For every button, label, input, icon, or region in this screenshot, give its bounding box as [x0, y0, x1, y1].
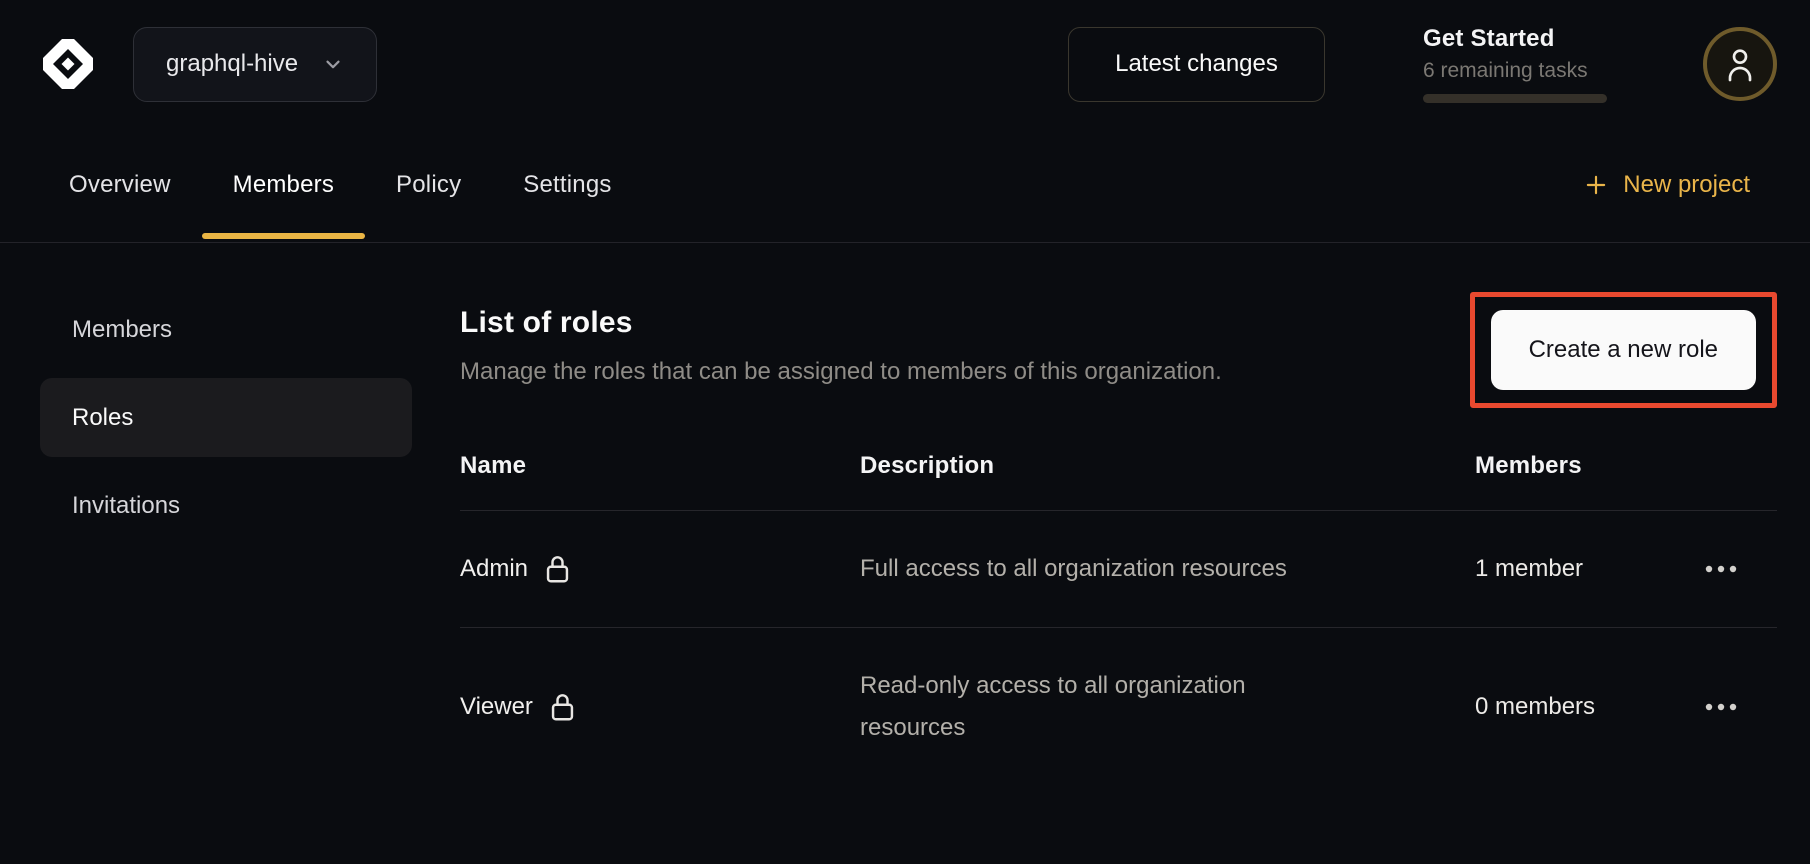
user-icon	[1724, 46, 1756, 82]
sidebar-item-roles[interactable]: Roles	[40, 378, 412, 457]
role-name: Viewer	[460, 693, 533, 721]
user-avatar[interactable]	[1703, 27, 1777, 101]
sidebar-item-members-label: Members	[72, 316, 172, 344]
get-started-widget[interactable]: Get Started 6 remaining tasks	[1423, 25, 1607, 103]
get-started-progress-bar	[1423, 94, 1607, 103]
sidebar-item-members[interactable]: Members	[40, 290, 412, 369]
role-description: Full access to all organization resource…	[860, 548, 1355, 590]
tab-policy-label: Policy	[396, 171, 461, 199]
latest-changes-button[interactable]: Latest changes	[1068, 27, 1325, 102]
tab-members[interactable]: Members	[202, 128, 365, 242]
tab-members-label: Members	[233, 171, 334, 199]
topbar: graphql-hive Latest changes Get Started …	[0, 0, 1810, 128]
latest-changes-label: Latest changes	[1115, 50, 1278, 78]
role-menu-button[interactable]	[1705, 693, 1737, 721]
role-row-admin: Admin Full access to all organization re…	[460, 511, 1777, 628]
tab-policy[interactable]: Policy	[365, 128, 492, 242]
get-started-subtitle: 6 remaining tasks	[1423, 59, 1607, 83]
role-members-count: 0 members	[1475, 693, 1595, 720]
ellipsis-icon	[1705, 703, 1737, 711]
sidebar-item-invitations[interactable]: Invitations	[40, 466, 412, 545]
role-menu-button[interactable]	[1705, 555, 1737, 583]
content-area: Members Roles Invitations List of roles …	[0, 243, 1810, 786]
chevron-down-icon	[322, 53, 344, 75]
sidebar-item-roles-label: Roles	[72, 404, 133, 432]
page-title: List of roles	[460, 292, 1222, 340]
org-selector-value: graphql-hive	[166, 50, 298, 78]
column-header-description: Description	[860, 426, 1475, 511]
roles-panel: List of roles Manage the roles that can …	[460, 292, 1777, 786]
new-project-button[interactable]: New project	[1583, 171, 1750, 199]
roles-titles: List of roles Manage the roles that can …	[460, 292, 1222, 386]
hive-logo-icon	[35, 31, 101, 97]
role-members-count: 1 member	[1475, 555, 1583, 582]
members-sidebar: Members Roles Invitations	[40, 290, 412, 545]
lock-icon	[544, 554, 571, 584]
column-header-actions	[1687, 426, 1777, 511]
tab-settings-label: Settings	[523, 171, 611, 199]
tab-overview[interactable]: Overview	[38, 128, 202, 242]
org-tabbar: Overview Members Policy Settings New pro…	[0, 128, 1810, 243]
lock-icon	[549, 692, 576, 722]
plus-icon	[1583, 172, 1609, 198]
roles-table-header-row: Name Description Members	[460, 426, 1777, 511]
tab-settings[interactable]: Settings	[492, 128, 642, 242]
role-description: Read-only access to all organization res…	[860, 665, 1355, 749]
roles-table: Name Description Members Admin	[460, 426, 1777, 786]
tab-overview-label: Overview	[69, 171, 171, 199]
ellipsis-icon	[1705, 565, 1737, 573]
org-selector[interactable]: graphql-hive	[133, 27, 377, 102]
new-project-label: New project	[1623, 171, 1750, 199]
annotation-highlight-box: Create a new role	[1470, 292, 1777, 408]
role-name: Admin	[460, 555, 528, 583]
sidebar-item-invitations-label: Invitations	[72, 492, 180, 520]
column-header-members: Members	[1475, 426, 1687, 511]
role-row-viewer: Viewer Read-only access to all organizat…	[460, 628, 1777, 787]
get-started-title: Get Started	[1423, 25, 1607, 53]
create-role-button[interactable]: Create a new role	[1491, 310, 1756, 390]
roles-panel-header: List of roles Manage the roles that can …	[460, 292, 1777, 408]
column-header-name: Name	[460, 426, 860, 511]
page-subtitle: Manage the roles that can be assigned to…	[460, 358, 1222, 386]
